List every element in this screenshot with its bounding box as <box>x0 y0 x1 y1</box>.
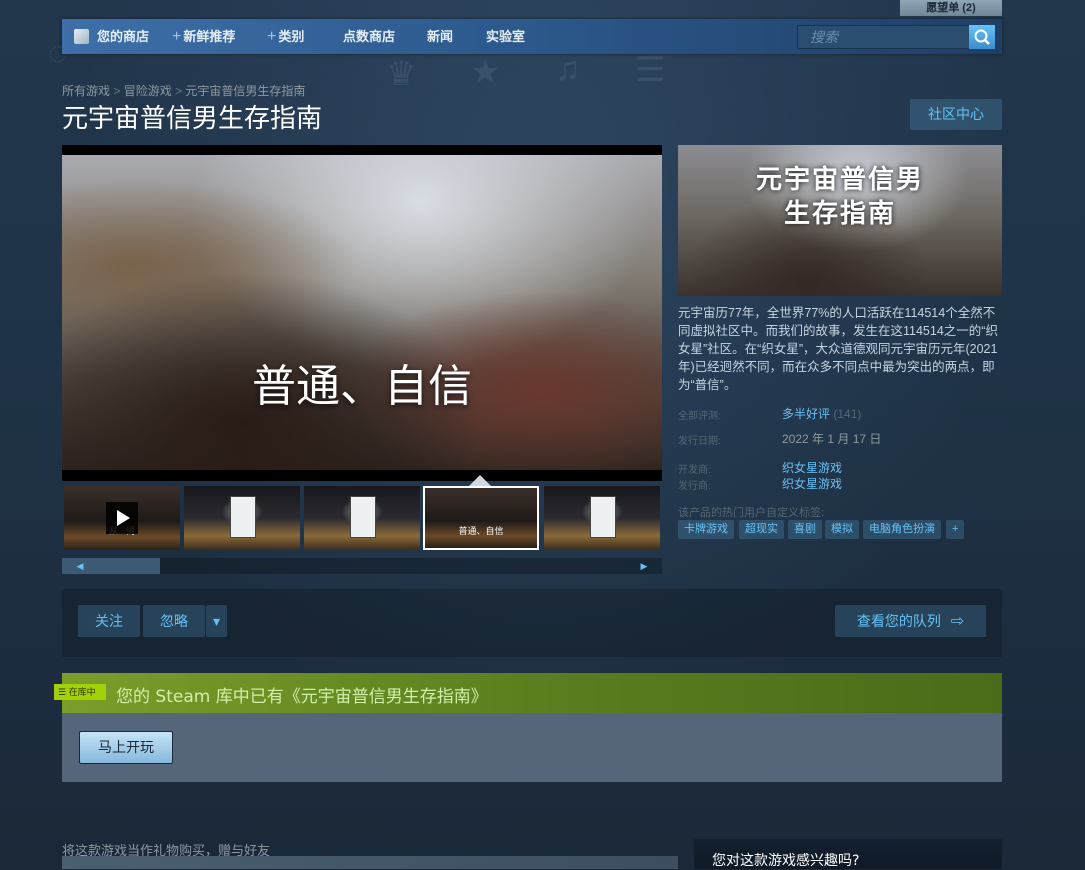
breadcrumb-adventure[interactable]: 冒险游戏 <box>124 84 172 98</box>
background-trophy-icon: ♛ <box>386 55 417 93</box>
nav-label: 新鲜推荐 <box>183 29 236 44</box>
background-music-icon: ♫ <box>555 50 581 88</box>
list-icon: ☰ <box>58 687 67 697</box>
thumbnail-scrollbar[interactable]: ◀ ▶ <box>62 558 662 574</box>
nav-label: 类别 <box>278 29 305 44</box>
nav-new-noteworthy[interactable]: + 新鲜推荐 <box>172 19 235 54</box>
reviews-summary: 多半好评 (141) <box>782 405 861 422</box>
reviews-count: (141) <box>833 407 862 421</box>
search-button[interactable] <box>969 25 995 49</box>
developer-label: 开发商: <box>678 465 711 476</box>
wishlist-button[interactable]: 愿望单 (2) <box>900 0 1002 16</box>
capsule-image: 元宇宙普信男 生存指南 <box>678 145 1002 296</box>
capsule-title-line2: 生存指南 <box>783 199 896 229</box>
interest-title: 您对这款游戏感兴趣吗? <box>712 853 860 869</box>
background-coins-icon: ☰ <box>635 51 666 89</box>
capsule-title-line1: 元宇宙普信男 <box>755 165 924 195</box>
video-caption: 普通、自信 <box>252 361 472 412</box>
game-description: 元宇宙历77年，全世界77%的人口活跃在114514个全然不同虚拟社区中。而我们… <box>678 306 998 392</box>
tag-more-button[interactable]: + <box>946 520 965 539</box>
library-panel <box>62 713 1002 782</box>
follow-button[interactable]: 关注 <box>78 605 140 637</box>
store-icon <box>74 29 89 44</box>
release-date-label: 发行日期: <box>678 436 721 447</box>
thumbnail-strip: 从...词 普通、自信 <box>62 486 662 552</box>
phone-image <box>350 496 376 538</box>
thumbnail-screenshot[interactable] <box>304 486 420 550</box>
view-queue-button[interactable]: 查看您的队列 ⇨ <box>835 605 986 637</box>
play-now-button[interactable]: 马上开玩 <box>79 731 173 764</box>
nav-categories[interactable]: + 类别 <box>267 19 304 54</box>
nav-your-store[interactable]: 您的商店 <box>74 19 149 54</box>
breadcrumb-current-game[interactable]: 元宇宙普信男生存指南 <box>185 84 305 98</box>
view-queue-label: 查看您的队列 <box>856 613 941 629</box>
ignore-dropdown-icon[interactable]: ▾ <box>206 605 227 637</box>
plus-icon: + <box>172 28 182 45</box>
thumbnail-screenshot[interactable] <box>184 486 300 550</box>
scroll-left-icon[interactable]: ◀ <box>62 558 98 574</box>
publisher-link[interactable]: 织女星游戏 <box>782 475 842 492</box>
in-library-badge: ☰ 在库中 <box>54 684 106 700</box>
thumbnail-label: 普通、自信 <box>458 526 504 536</box>
in-library-message: 您的 Steam 库中已有《元宇宙普信男生存指南》 <box>116 687 488 707</box>
release-date: 2022 年 1 月 17 日 <box>782 432 882 446</box>
phone-image <box>590 496 616 538</box>
in-library-badge-label: 在库中 <box>68 687 96 697</box>
search-icon <box>974 29 990 45</box>
reviews-value[interactable]: 多半好评 <box>782 407 830 421</box>
community-hub-button[interactable]: 社区中心 <box>910 99 1002 130</box>
thumbnail-screenshot-selected[interactable]: 普通、自信 <box>423 486 539 550</box>
thumbnail-video[interactable]: 从...词 <box>64 486 180 550</box>
reviews-label: 全部评测: <box>678 411 721 422</box>
nav-labs[interactable]: 实验室 <box>486 19 525 54</box>
ignore-button[interactable]: 忽略 <box>143 605 205 637</box>
publisher-label: 发行商: <box>678 481 711 492</box>
background-star-icon: ★ <box>470 53 501 91</box>
breadcrumb-all-games[interactable]: 所有游戏 <box>62 84 110 98</box>
nav-news[interactable]: 新闻 <box>427 19 453 54</box>
nav-points-shop[interactable]: 点数商店 <box>343 19 395 54</box>
media-player[interactable]: 普通、自信 <box>62 145 662 481</box>
tag-item[interactable]: 模拟 <box>825 520 859 539</box>
developer-link[interactable]: 织女星游戏 <box>782 459 842 476</box>
plus-icon: + <box>267 28 277 45</box>
phone-image <box>230 496 256 538</box>
tag-item[interactable]: 电脑角色扮演 <box>863 520 941 539</box>
tag-item[interactable]: 喜剧 <box>788 520 822 539</box>
tag-item[interactable]: 超现实 <box>739 520 784 539</box>
tag-item[interactable]: 卡牌游戏 <box>678 520 734 539</box>
thumbnail-screenshot[interactable] <box>544 486 660 550</box>
store-nav: 您的商店 + 新鲜推荐 + 类别 点数商店 新闻 实验室 <box>62 19 1002 54</box>
scroll-right-icon[interactable]: ▶ <box>626 558 662 574</box>
nav-label: 您的商店 <box>97 29 150 44</box>
breadcrumb-separator: > <box>175 84 186 98</box>
play-icon <box>106 502 138 534</box>
search-box <box>797 25 995 49</box>
breadcrumb: 所有游戏 > 冒险游戏 > 元宇宙普信男生存指南 <box>62 82 305 99</box>
tags-label: 该产品的热门用户自定义标签: <box>678 507 825 519</box>
search-input[interactable] <box>798 26 968 48</box>
arrow-right-icon: ⇨ <box>950 613 965 630</box>
breadcrumb-separator: > <box>113 84 124 98</box>
video-frame <box>62 155 662 470</box>
page-title: 元宇宙普信男生存指南 <box>62 104 323 134</box>
gift-purchase-box <box>62 856 678 869</box>
